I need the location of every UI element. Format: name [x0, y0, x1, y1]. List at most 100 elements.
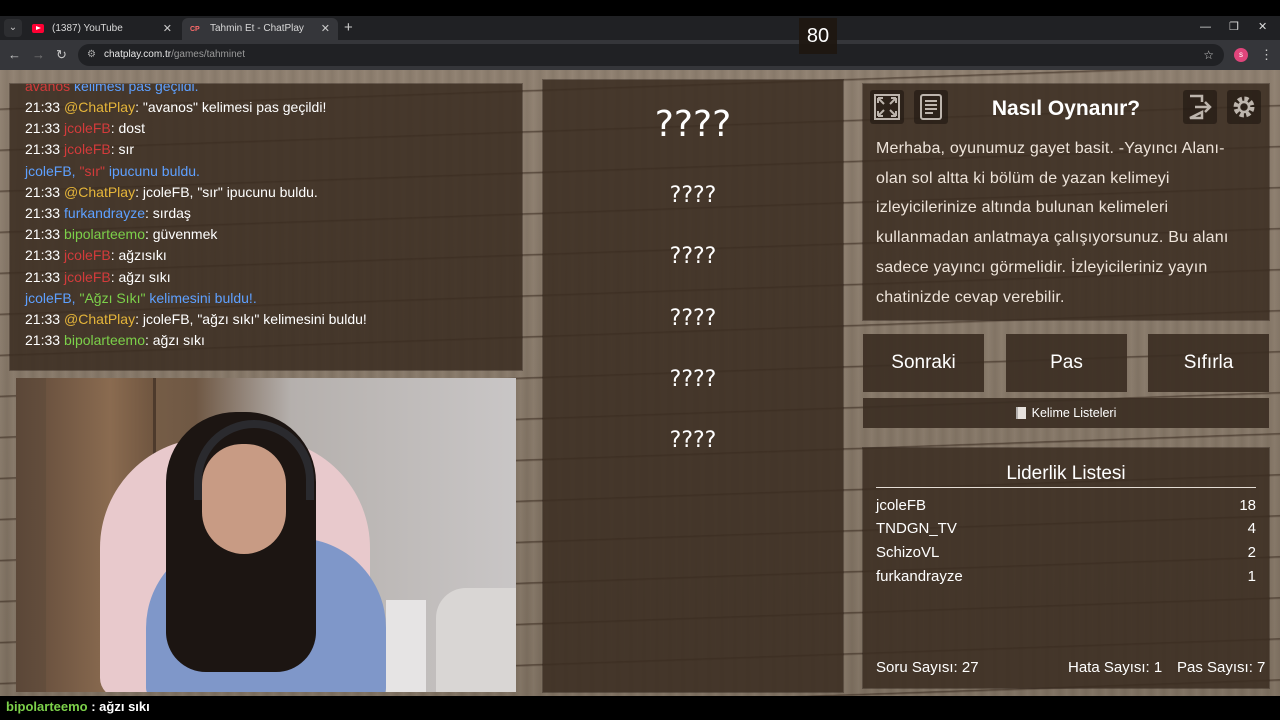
chat-username[interactable]: jcoleFB [64, 269, 111, 285]
tab-title: Tahmin Et - ChatPlay [210, 23, 304, 34]
chat-line: 21:33 jcoleFB: dost [25, 118, 145, 138]
address-bar[interactable]: ⚙ chatplay.com.tr/games/tahminet ☆ [78, 44, 1224, 66]
pass-button[interactable]: Pas [1006, 334, 1127, 392]
chat-timestamp: 21:33 [25, 226, 61, 243]
how-to-play-text: Merhaba, oyunumuz gayet basit. -Yayıncı … [876, 140, 1229, 306]
hint-word: ???? [669, 306, 717, 331]
chat-username[interactable]: bipolarteemo [64, 332, 145, 348]
chat-username[interactable]: jcoleFB [64, 247, 111, 263]
leaderboard-row: furkandrayze 1 [876, 566, 1256, 588]
notes-button[interactable] [914, 90, 948, 124]
leaderboard-title: Liderlik Listesi [1006, 463, 1126, 484]
close-tab-icon[interactable]: ✕ [163, 18, 172, 40]
chat-system-part: kelimesini buldu!. [145, 289, 257, 306]
close-window-button[interactable]: ✕ [1258, 18, 1267, 36]
bookmark-star-icon[interactable]: ☆ [1203, 44, 1214, 66]
expand-icon [874, 94, 900, 120]
hint-word: ???? [669, 428, 717, 453]
tab-youtube[interactable]: (1387) YouTube ✕ [24, 18, 180, 40]
leaderboard-name: furkandrayze [876, 568, 963, 585]
stream-chat-overlay: bipolarteemo : ağzı sıkı [0, 696, 1280, 720]
pass-count: Pas Sayısı: 7 [1177, 659, 1266, 676]
leaderboard-row: TNDGN_TV 4 [876, 518, 1256, 540]
chat-message: : jcoleFB, "sır" ipucunu buldu. [135, 183, 318, 200]
chat-message: : güvenmek [144, 226, 218, 243]
chat-line: 21:33 @ChatPlay: jcoleFB, "sır" ipucunu b… [25, 182, 318, 202]
chat-username[interactable]: @ChatPlay [64, 311, 135, 327]
exit-icon [1189, 94, 1212, 120]
chat-username[interactable]: @ChatPlay [64, 99, 135, 115]
tab-chatplay[interactable]: CP Tahmin Et - ChatPlay ✕ [182, 18, 338, 40]
leaderboard-name: SchizoVL [876, 544, 940, 561]
new-tab-button[interactable]: + [344, 19, 353, 37]
exit-button[interactable] [1183, 90, 1217, 124]
chat-system-part: "Ağzı Sıkı" [79, 289, 146, 306]
chat-system-line: jcoleFB, "Ağzı Sıkı" kelimesini buldu!. [25, 288, 257, 308]
hint-word: ???? [669, 244, 717, 269]
chat-line: 21:33 furkandrayze: sırdaş [25, 203, 191, 223]
webcam-bed [436, 588, 516, 692]
chat-username[interactable]: furkandrayze [64, 205, 145, 221]
tab-title: (1387) YouTube [52, 23, 123, 34]
settings-button[interactable] [1227, 90, 1261, 124]
next-button[interactable]: Sonraki [863, 334, 984, 392]
chat-line: 21:33 jcoleFB: ağzısıkı [25, 245, 167, 265]
reload-button[interactable]: ↻ [56, 46, 67, 64]
chat-system-line: jcoleFB, "sır" ipucunu buldu. [25, 161, 200, 181]
tab-search-button[interactable]: ⌄ [4, 19, 22, 37]
chat-line-partial: avanos kelimesi pas geçildi. [25, 84, 199, 94]
document-icon [920, 94, 942, 120]
word-lists-label: Kelime Listeleri [1031, 406, 1117, 420]
chat-message: : jcoleFB, "ağzı sıkı" kelimesini buldu! [135, 311, 367, 327]
url-path: /games/tahminet [171, 49, 245, 60]
chat-username[interactable]: @ChatPlay [64, 184, 135, 200]
youtube-icon [32, 24, 44, 33]
leaderboard-name: jcoleFB [876, 497, 927, 514]
hint-word: ???? [669, 367, 717, 392]
minimize-button[interactable]: — [1200, 18, 1211, 36]
chat-line: 21:33 @ChatPlay: jcoleFB, "ağzı sıkı" kel… [25, 309, 367, 329]
chat-system-part: jcoleFB, [25, 289, 80, 306]
browser-menu-icon[interactable]: ⋮ [1260, 46, 1273, 64]
leaderboard-score: 4 [1247, 520, 1256, 537]
streamer-webcam [16, 378, 516, 692]
chat-timestamp: 21:33 [25, 311, 61, 327]
chat-timestamp: 21:33 [25, 99, 61, 115]
chat-line: 21:33 @ChatPlay: "avanos" kelimesi pas ge… [25, 97, 326, 117]
chat-line: 21:33 bipolarteemo: ağzı sıkı [25, 330, 205, 350]
chat-message: : ağzısıkı [110, 247, 167, 264]
back-button[interactable]: ← [8, 46, 21, 64]
chat-username[interactable]: jcoleFB [64, 141, 111, 157]
chat-username[interactable]: bipolarteemo [64, 226, 145, 242]
hint-word: ???? [669, 183, 717, 208]
webcam-nightstand [386, 600, 426, 692]
overlay-message: : ağzı sıkı [87, 699, 150, 714]
chat-timestamp: 21:33 [25, 205, 61, 221]
reset-button[interactable]: Sıfırla [1148, 334, 1269, 392]
leaderboard-score: 2 [1247, 544, 1256, 561]
chat-timestamp: 21:33 [25, 141, 61, 158]
leaderboard-row: SchizoVL 2 [876, 542, 1256, 564]
word-lists-button[interactable]: Kelime Listeleri [863, 398, 1269, 428]
chat-timestamp: 21:33 [25, 247, 61, 264]
chat-message: : sırdaş [144, 205, 191, 221]
chat-line: 21:33 jcoleFB: sır [25, 139, 134, 159]
question-count: Soru Sayısı: 27 [876, 659, 979, 676]
chat-timestamp: 21:33 [25, 268, 61, 285]
chat-timestamp: 21:33 [25, 183, 61, 200]
notebook-icon [1015, 407, 1026, 419]
chat-username[interactable]: jcoleFB [64, 120, 111, 136]
site-info-icon[interactable]: ⚙ [87, 44, 96, 66]
leaderboard-name: TNDGN_TV [876, 520, 957, 537]
browser-toolbar: ← → ↻ ⚙ chatplay.com.tr/games/tahminet ☆… [0, 40, 1280, 70]
error-count: Hata Sayısı: 1 [1068, 659, 1163, 676]
tab-strip: ⌄ (1387) YouTube ✕ CP Tahmin Et - ChatPl… [0, 16, 1280, 40]
close-tab-icon[interactable]: ✕ [321, 18, 330, 40]
forward-button[interactable]: → [32, 46, 45, 64]
fullscreen-button[interactable] [870, 90, 904, 124]
leaderboard-score: 18 [1239, 497, 1256, 514]
gear-icon [1233, 96, 1255, 118]
profile-avatar[interactable]: s [1234, 48, 1248, 62]
chat-system-part: ipucunu buldu. [104, 162, 200, 179]
restore-button[interactable]: ❐ [1229, 18, 1239, 36]
